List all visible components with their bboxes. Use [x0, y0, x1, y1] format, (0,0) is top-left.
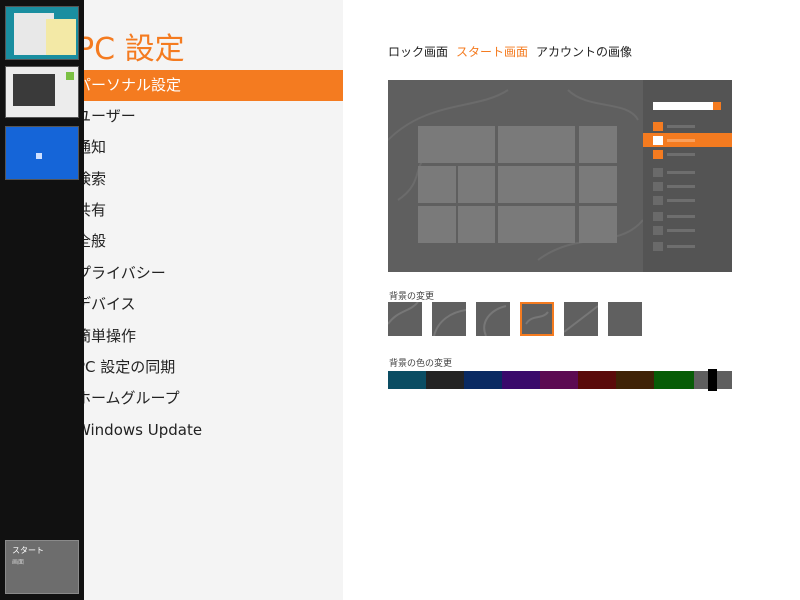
preview-app-icon	[653, 168, 663, 177]
app-badge-icon	[66, 72, 74, 80]
color-swatch[interactable]	[578, 371, 616, 389]
category-label: デバイス	[84, 295, 136, 313]
color-swatch[interactable]	[654, 371, 694, 389]
preview-tile	[498, 166, 575, 203]
category-label: Windows Update	[84, 421, 203, 439]
preview-app-line	[667, 185, 695, 188]
category-label: プライバシー	[84, 264, 166, 282]
category-label: 通知	[84, 138, 107, 156]
preview-app-icon	[653, 182, 663, 191]
background-thumb-pattern	[564, 305, 598, 333]
preview-tile	[418, 206, 456, 243]
media-frame	[13, 74, 55, 106]
category-notifications[interactable]: 通知	[84, 132, 343, 163]
personalize-content: ロック画面 スタート画面 アカウントの画像 背景の変更 背景の色の変更	[343, 0, 800, 600]
category-label: 共有	[84, 201, 107, 219]
category-devices[interactable]: デバイス	[84, 289, 343, 320]
preview-app-line	[667, 229, 695, 232]
preview-tile	[458, 166, 495, 203]
preview-app-line	[667, 199, 695, 202]
background-option-selected[interactable]	[520, 302, 554, 336]
category-windows-update[interactable]: Windows Update	[84, 415, 343, 446]
background-thumb-pattern	[433, 309, 466, 336]
preview-app-icon	[653, 212, 663, 221]
preview-app-line	[667, 125, 695, 128]
category-general[interactable]: 全般	[84, 226, 343, 257]
category-personalize[interactable]: パーソナル設定	[84, 70, 343, 101]
thumbnail-blue-app[interactable]	[5, 126, 79, 180]
color-slider-thumb[interactable]	[708, 369, 717, 391]
category-users[interactable]: ユーザー	[84, 101, 343, 132]
preview-app-icon	[653, 136, 663, 145]
category-ease-of-access[interactable]: 簡単操作	[84, 321, 343, 352]
color-swatch[interactable]	[616, 371, 654, 389]
app-switcher: スタート 画面	[0, 0, 84, 600]
category-label: 簡単操作	[84, 327, 137, 345]
background-color-slider[interactable]	[388, 369, 732, 391]
preview-app-line	[667, 153, 695, 156]
tab-lock-screen[interactable]: ロック画面	[388, 43, 448, 60]
tab-account-picture[interactable]: アカウントの画像	[536, 43, 632, 60]
preview-tile	[418, 126, 495, 163]
color-swatch[interactable]	[540, 371, 578, 389]
background-color-label: 背景の色の変更	[389, 359, 453, 369]
background-thumb-pattern	[483, 305, 507, 336]
app-logo-icon	[36, 153, 42, 159]
category-sync[interactable]: PC 設定の同期	[84, 352, 343, 383]
preview-search-box	[653, 102, 721, 110]
color-swatch[interactable]	[464, 371, 502, 389]
background-thumb-pattern	[525, 311, 549, 325]
thumbnail-desktop[interactable]	[5, 6, 79, 60]
background-option[interactable]	[388, 302, 422, 336]
preview-app-icon	[653, 242, 663, 251]
color-swatch[interactable]	[388, 371, 426, 389]
category-label: ホームグループ	[84, 389, 180, 407]
page-title: PC 設定	[84, 32, 185, 67]
preview-tile	[458, 206, 495, 243]
color-swatch[interactable]	[502, 371, 540, 389]
background-option[interactable]	[432, 302, 466, 336]
category-label: ユーザー	[84, 107, 136, 125]
preview-tile	[418, 166, 456, 203]
preview-app-line	[667, 215, 695, 218]
preview-tile	[579, 166, 617, 203]
tab-start-screen[interactable]: スタート画面	[456, 43, 528, 60]
preview-app-icon	[653, 122, 663, 131]
category-homegroup[interactable]: ホームグループ	[84, 383, 343, 414]
color-swatch[interactable]	[426, 371, 464, 389]
category-search[interactable]: 検索	[84, 164, 343, 195]
category-label: 検索	[84, 170, 107, 188]
start-tile-label: スタート	[12, 546, 44, 555]
preview-tile	[579, 206, 617, 243]
category-label: パーソナル設定	[84, 76, 182, 94]
start-screen-preview	[388, 80, 732, 272]
preview-app-line	[667, 245, 695, 248]
background-thumb-pattern	[388, 302, 419, 325]
start-tile[interactable]: スタート 画面	[5, 540, 79, 594]
background-option[interactable]	[564, 302, 598, 336]
start-tile-sub: 画面	[12, 559, 25, 566]
thumbnail-media-app[interactable]	[5, 66, 79, 118]
preview-charm-panel	[643, 80, 732, 272]
category-label: 全般	[84, 232, 107, 250]
settings-category-pane: PC 設定 パーソナル設定 ユーザー 通知 検索 共有 全般 プライバシー デバ…	[84, 0, 343, 600]
preview-tile	[498, 206, 575, 243]
category-privacy[interactable]: プライバシー	[84, 258, 343, 289]
category-share[interactable]: 共有	[84, 195, 343, 226]
background-option[interactable]	[608, 302, 642, 336]
preview-search-icon	[713, 102, 721, 110]
preview-app-icon	[653, 226, 663, 235]
preview-app-icon	[653, 196, 663, 205]
category-label: PC 設定の同期	[84, 358, 176, 376]
preview-app-line	[667, 139, 695, 142]
background-section-label: 背景の変更	[389, 292, 435, 302]
background-option[interactable]	[476, 302, 510, 336]
preview-app-line	[667, 171, 695, 174]
preview-app-icon	[653, 150, 663, 159]
preview-tile	[579, 126, 617, 163]
window-preview	[46, 19, 76, 55]
preview-tile	[498, 126, 575, 163]
